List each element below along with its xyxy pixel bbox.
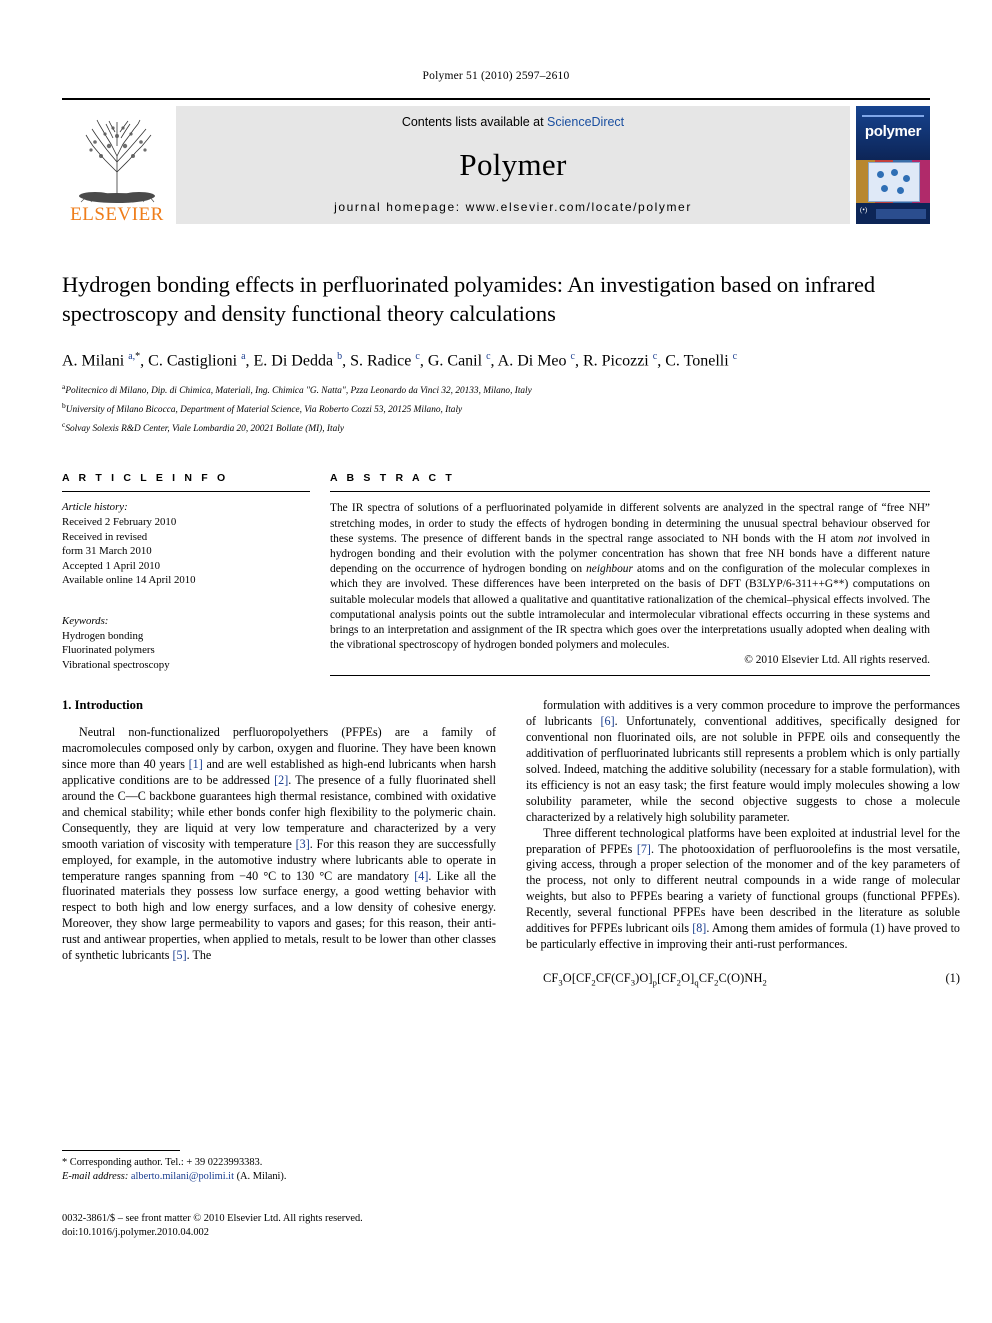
issn-line: 0032-3861/$ – see front matter © 2010 El… <box>62 1213 363 1224</box>
abstract-rule <box>330 491 930 493</box>
affiliation-c: cSolvay Solexis R&D Center, Viale Lombar… <box>62 418 930 437</box>
paragraph: formulation with additives is a very com… <box>526 698 960 824</box>
history-line: Available online 14 April 2010 <box>62 574 196 587</box>
elsevier-logo: ELSEVIER <box>62 106 172 224</box>
cover-mark-icon: (•) <box>860 205 868 214</box>
sciencedirect-link[interactable]: ScienceDirect <box>547 115 624 129</box>
contents-available-line: Contents lists available at ScienceDirec… <box>402 115 624 129</box>
footnote-rule <box>62 1150 180 1151</box>
section-heading-introduction: 1. Introduction <box>62 698 143 713</box>
affiliation-list: aPolitecnico di Milano, Dip. di Chimica,… <box>62 380 930 436</box>
sciencedirect-banner: Contents lists available at ScienceDirec… <box>176 106 850 224</box>
keyword-item: Fluorinated polymers <box>62 644 155 657</box>
contents-prefix: Contents lists available at <box>401 115 548 129</box>
author-list: A. Milani a,*, C. Castiglioni a, E. Di D… <box>62 351 738 370</box>
running-head: Polymer 51 (2010) 2597–2610 <box>422 70 570 82</box>
paragraph: Three different technological platforms … <box>526 825 960 952</box>
info-abstract-section: A R T I C L E I N F O Article history: R… <box>62 472 930 677</box>
journal-cover-thumbnail[interactable]: polymer (•) <box>856 106 930 224</box>
cover-rule <box>862 115 924 117</box>
paper-page: Polymer 51 (2010) 2597–2610 ELSEVIER Con… <box>0 0 992 1323</box>
cover-bottom-panel: (•) <box>856 202 930 224</box>
elsevier-tree-icon <box>65 116 169 204</box>
corresponding-author-note: * Corresponding author. Tel.: + 39 02239… <box>62 1157 263 1168</box>
keywords-group: Keywords: Hydrogen bonding Fluorinated p… <box>62 614 310 672</box>
affiliation-text-b: University of Milano Bicocca, Department… <box>65 405 463 416</box>
history-line: Received in revised <box>62 530 148 543</box>
equation-number: (1) <box>945 970 960 985</box>
journal-title: Polymer <box>459 146 567 182</box>
keyword-item: Hydrogen bonding <box>62 629 144 642</box>
body-columns: 1. Introduction Neutral non-functionaliz… <box>62 698 960 987</box>
email-note: E-mail address: alberto.milani@polimi.it… <box>62 1170 496 1184</box>
affiliation-b: bUniversity of Milano Bicocca, Departmen… <box>62 399 930 418</box>
body-right-column: formulation with additives is a very com… <box>526 698 960 987</box>
article-info-rule <box>62 491 310 493</box>
history-line: Received 2 February 2010 <box>62 515 177 528</box>
journal-homepage[interactable]: journal homepage: www.elsevier.com/locat… <box>334 200 692 214</box>
abstract-column: A B S T R A C T The IR spectra of soluti… <box>330 472 930 677</box>
journal-masthead: ELSEVIER Contents lists available at Sci… <box>62 98 930 224</box>
footnote-block: * Corresponding author. Tel.: + 39 02239… <box>62 1150 496 1185</box>
email-owner: (A. Milani). <box>233 1171 287 1183</box>
body-left-column: 1. Introduction Neutral non-functionaliz… <box>62 698 496 987</box>
article-history: Article history: Received 2 February 201… <box>62 500 310 588</box>
equation-1: CF3O[CF2CF(CF3)O]p[CF2O]qCF2C(O)NH2 (1) <box>526 971 960 987</box>
cover-molecule-art <box>868 162 920 202</box>
affiliation-text-a: Politecnico di Milano, Dip. di Chimica, … <box>65 386 532 397</box>
paragraph: Neutral non-functionalized perfluoropoly… <box>62 725 496 963</box>
abstract-text: The IR spectra of solutions of a perfluo… <box>330 502 930 652</box>
affiliation-a: aPolitecnico di Milano, Dip. di Chimica,… <box>62 380 930 399</box>
elsevier-wordmark: ELSEVIER <box>70 204 164 225</box>
affiliation-text-c: Solvay Solexis R&D Center, Viale Lombard… <box>65 423 344 434</box>
history-line: form 31 March 2010 <box>62 545 152 558</box>
history-line: Accepted 1 April 2010 <box>62 559 161 572</box>
equation-formula: CF3O[CF2CF(CF3)O]p[CF2O]qCF2C(O)NH2 <box>543 970 767 988</box>
article-title: Hydrogen bonding effects in perfluorinat… <box>62 272 875 326</box>
imprint-block: 0032-3861/$ – see front matter © 2010 El… <box>62 1212 502 1241</box>
doi-line[interactable]: doi:10.1016/j.polymer.2010.04.002 <box>62 1226 502 1240</box>
abstract-copyright: © 2010 Elsevier Ltd. All rights reserved… <box>744 654 930 667</box>
keyword-item: Vibrational spectroscopy <box>62 658 170 671</box>
article-info-heading: A R T I C L E I N F O <box>62 472 229 485</box>
email-link[interactable]: alberto.milani@polimi.it <box>131 1171 234 1182</box>
cover-top-panel: polymer <box>856 106 930 161</box>
article-history-label: Article history: <box>62 501 128 514</box>
article-info-column: A R T I C L E I N F O Article history: R… <box>62 472 330 676</box>
title-block: Hydrogen bonding effects in perfluorinat… <box>62 270 930 436</box>
abstract-heading: A B S T R A C T <box>330 472 455 485</box>
cover-journal-name: polymer <box>864 123 922 140</box>
email-label: E-mail address: <box>62 1171 129 1183</box>
abstract-bottom-rule <box>330 675 930 677</box>
keywords-label: Keywords: <box>62 614 109 627</box>
